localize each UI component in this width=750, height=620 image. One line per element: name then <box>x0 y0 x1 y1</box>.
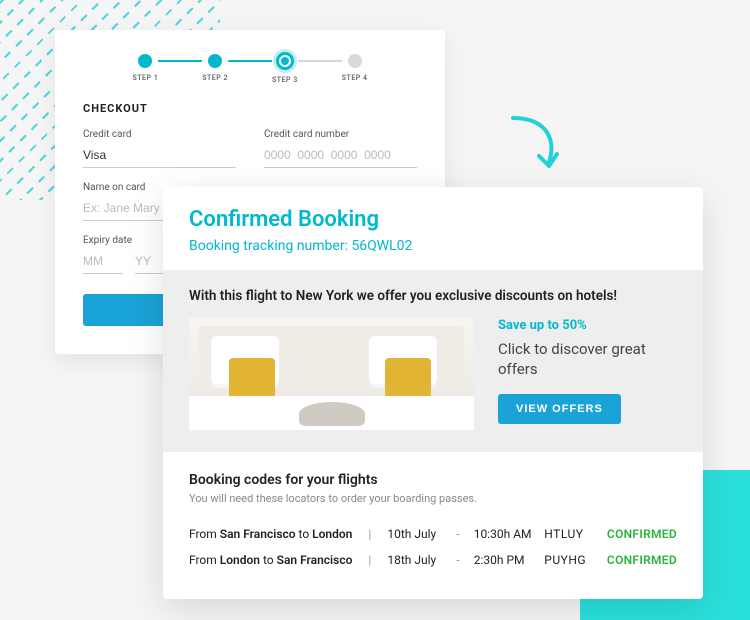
flight-origin: San Francisco <box>220 527 296 541</box>
discover-text: Click to discover great offers <box>498 339 677 380</box>
tracking-code: 56QWL02 <box>351 238 412 254</box>
from-label: From <box>189 553 220 567</box>
flight-status: CONFIRMED <box>607 553 677 567</box>
credit-card-input[interactable] <box>83 144 236 168</box>
step-3-current[interactable]: STEP 3 <box>272 52 298 84</box>
tracking-label: Booking tracking number: <box>189 238 351 254</box>
stepper: STEP 1 STEP 2 STEP 3 STEP 4 <box>83 52 417 84</box>
from-label: From <box>189 527 220 541</box>
flight-row: From San Francisco to London | 10th July… <box>189 521 677 547</box>
cc-number-label: Credit card number <box>264 129 417 140</box>
flight-origin: London <box>220 553 260 567</box>
checkout-heading: CHECKOUT <box>83 102 417 115</box>
step-4[interactable]: STEP 4 <box>342 54 368 82</box>
flight-destination: London <box>312 527 352 541</box>
promo-headline: With this flight to New York we offer yo… <box>189 288 677 304</box>
step-2[interactable]: STEP 2 <box>202 54 228 82</box>
step-label: STEP 4 <box>342 74 368 82</box>
stepper-connector <box>158 60 202 62</box>
confirmation-card: Confirmed Booking Booking tracking numbe… <box>163 187 703 599</box>
codes-title: Booking codes for your flights <box>189 472 677 488</box>
cc-number-input[interactable] <box>264 144 417 168</box>
to-label: to <box>296 527 313 541</box>
booking-codes-section: Booking codes for your flights You will … <box>163 452 703 599</box>
tracking-number: Booking tracking number: 56QWL02 <box>189 238 677 254</box>
flight-status: CONFIRMED <box>607 527 677 541</box>
stepper-connector <box>298 60 342 62</box>
codes-subtitle: You will need these locators to order yo… <box>189 492 677 505</box>
step-label: STEP 1 <box>132 74 158 82</box>
save-text: Save up to 50% <box>498 318 677 333</box>
stepper-connector <box>228 60 272 62</box>
flow-arrow-icon <box>505 110 565 180</box>
view-offers-button[interactable]: VIEW OFFERS <box>498 394 621 424</box>
flight-row: From London to San Francisco | 18th July… <box>189 547 677 573</box>
to-label: to <box>260 553 277 567</box>
flight-time: 2:30h PM <box>474 553 539 567</box>
flight-destination: San Francisco <box>277 553 353 567</box>
flight-date: 18th July <box>387 553 442 567</box>
step-label: STEP 2 <box>202 74 228 82</box>
confirmation-title: Confirmed Booking <box>189 207 677 232</box>
flight-time: 10:30h AM <box>474 527 539 541</box>
step-1[interactable]: STEP 1 <box>132 54 158 82</box>
flight-code: PUYHG <box>544 553 601 567</box>
promo-banner: With this flight to New York we offer yo… <box>163 270 703 452</box>
hotel-image <box>189 318 474 430</box>
step-label: STEP 3 <box>272 76 298 84</box>
expiry-month-input[interactable] <box>83 250 123 274</box>
flight-code: HTLUY <box>544 527 601 541</box>
flight-date: 10th July <box>387 527 442 541</box>
credit-card-label: Credit card <box>83 129 236 140</box>
